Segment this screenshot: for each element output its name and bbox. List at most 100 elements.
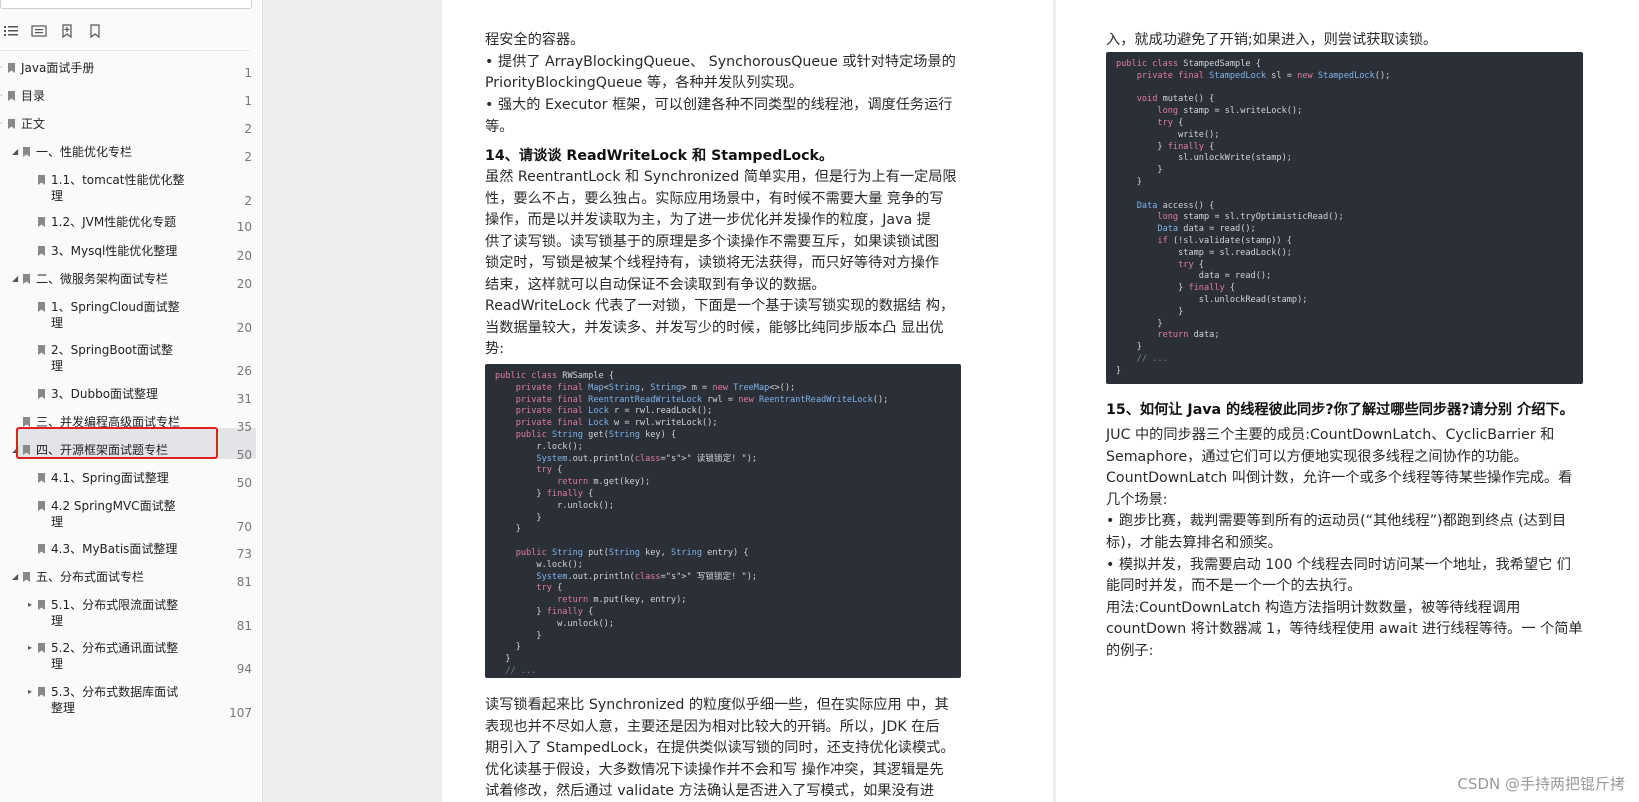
code-line: } finally { — [1116, 141, 1215, 152]
toc-item[interactable]: ◢ 二、微服务架构面试专栏 20 — [0, 271, 256, 291]
text-line: ReadWriteLock 代表了一对锁，下面是一个基于读写锁实现的数据结 构， — [485, 298, 955, 314]
rwsample-code-block: public class RWSample { private final Ma… — [485, 364, 961, 678]
code-line: data = read(); — [1116, 271, 1272, 282]
toc-item-label: 五、分布式面试专栏 — [36, 570, 145, 584]
code-line: } — [495, 512, 542, 523]
toc-item[interactable]: 1.2、JVM性能优化专题 10 — [0, 214, 256, 234]
bookmark-icon — [37, 543, 46, 555]
code-line: } — [495, 630, 542, 641]
toc-item-label: 正文 — [21, 117, 46, 131]
toc-item[interactable]: 4.3、MyBatis面试整理 73 — [0, 541, 256, 561]
code-line: return data; — [1157, 330, 1220, 341]
toc-item-label: 4.2 SpringMVC面试整 — [51, 499, 176, 513]
toc-item[interactable]: · 目录 1 — [0, 88, 256, 108]
code-line: return m.put(key, entry); — [557, 595, 687, 606]
code-line: } — [1116, 318, 1163, 329]
text-line: countDown 将计数器减 1，等待线程使用 await 进行线程等待。一 … — [1106, 621, 1583, 638]
toc-item[interactable]: 4.1、Spring面试整理 50 — [0, 470, 256, 490]
collapse-arrow-icon[interactable]: ◢ — [12, 572, 18, 581]
code-line: w.unlock(); — [495, 618, 614, 629]
expand-all-icon[interactable] — [0, 20, 22, 42]
text-line: 虽然 ReentrantLock 和 Synchronized 简单实用，但是行… — [485, 169, 957, 185]
bookmark-sidebar: · Java面试手册 1 · 目录 1 · 正文 2 ◢ 一、性能优化专栏 2 1.1、tomcat性能… — [0, 0, 263, 802]
toc-item-label: 4.1、Spring面试整理 — [51, 471, 169, 485]
toc-item-label-cont: 理 — [51, 515, 64, 529]
bookmark-icon — [37, 344, 46, 356]
text-line: CountDownLatch 叫倒计数，允许一个或多个线程等待某些操作完成。看 — [1106, 470, 1573, 487]
collapse-arrow-icon[interactable]: ◢ — [12, 274, 18, 283]
bookmark-icon — [37, 301, 46, 313]
toc-item-label: 5.3、分布式数据库面试 — [51, 685, 179, 699]
bookmark-icon — [22, 273, 31, 285]
text-line: 表现也并不尽如人意，主要还是因为相对比较大的开销。所以，JDK 在后 — [485, 718, 940, 735]
toc-item[interactable]: ▸ 5.3、分布式数据库面试 整理 107 — [0, 684, 256, 724]
toc-item[interactable]: ◢ 一、性能优化专栏 2 — [0, 144, 256, 164]
code-line: // ... — [495, 665, 537, 676]
toc-item[interactable]: ◢ 五、分布式面试专栏 81 — [0, 569, 256, 589]
code-line: stamp = sl.readLock(); — [1116, 247, 1292, 258]
code-line: sl.unlockWrite(stamp); — [1116, 153, 1292, 164]
toc-item-page: 73 — [236, 547, 252, 561]
toc-item[interactable]: · 正文 2 — [0, 116, 256, 136]
expand-arrow-icon[interactable]: ▸ — [28, 687, 32, 696]
toc-item-page: 20 — [236, 277, 252, 291]
toc-item[interactable]: 1.1、tomcat性能优化整理 2 — [0, 172, 256, 212]
tree-dot-icon: · — [0, 119, 3, 128]
add-bookmark-icon[interactable] — [56, 20, 78, 42]
toc-item-label-cont: 整理 — [51, 701, 76, 715]
toc-item-label: 目录 — [21, 89, 46, 103]
expand-arrow-icon[interactable]: ▸ — [28, 643, 32, 652]
toc-item-label-cont: 理 — [51, 316, 64, 330]
toc-item-label: 1.1、tomcat性能优化整 — [51, 173, 185, 187]
expand-arrow-icon[interactable]: ▸ — [28, 600, 32, 609]
toc-item[interactable]: ▸ 5.1、分布式限流面试整理 81 — [0, 597, 256, 637]
question-14-heading: 14、请谈谈 ReadWriteLock 和 StampedLock。 — [485, 148, 834, 164]
code-line: r.unlock(); — [495, 500, 614, 511]
toc-item[interactable]: 1、SpringCloud面试整理 20 — [0, 299, 256, 339]
code-line: private final StampedLock sl = new Stamp… — [1136, 70, 1391, 81]
code-line: return m.get(key); — [557, 477, 651, 488]
code-line: r.lock(); — [495, 441, 583, 452]
toc-item[interactable]: 3、Mysql性能优化整理 20 — [0, 243, 256, 263]
text-line: 试着修改，然后通过 validate 方法确认是否进入了写模式，如果没有进 — [485, 783, 935, 800]
text-line: 性，要么不占，要么独占。实际应用场景中，有时候不需要大量 竞争的写 — [485, 191, 944, 207]
toc-item[interactable]: 2、SpringBoot面试整理 26 — [0, 342, 256, 382]
question-15-heading: 15、如何让 Java 的线程彼此同步?你了解过哪些同步器?请分别 介绍下。 — [1106, 402, 1574, 418]
text-line: PriorityBlockingQueue 等，各种并发队列实现。 — [485, 75, 803, 91]
bookmark-icon[interactable] — [84, 20, 106, 42]
collapse-all-icon[interactable] — [28, 20, 50, 42]
text-line: • 模拟并发，我需要启动 100 个线程去同时访问某一个地址，我希望它 们 — [1106, 556, 1571, 573]
toc-item-page: 70 — [236, 520, 252, 534]
toc-item[interactable]: · Java面试手册 1 — [0, 60, 256, 80]
text-line: 结束，这样就可以自动保证不会读取到有争议的数据。 — [485, 277, 826, 293]
code-line: } — [1116, 342, 1142, 353]
text-line: 用法:CountDownLatch 构造方法指明计数数量，被等待线程调用 — [1106, 599, 1521, 616]
code-line: public class StampedSample { — [1116, 59, 1261, 69]
collapse-arrow-icon[interactable]: ◢ — [12, 147, 18, 156]
pdf-page-left: 程安全的容器。 • 提供了 ArrayBlockingQueue、 Synchor… — [442, 0, 1053, 802]
toc-item[interactable]: ▸ 5.2、分布式通讯面试整理 94 — [0, 640, 256, 680]
text-line: • 强大的 Executor 框架，可以创建各种不同类型的线程池，调度任务运行 — [485, 97, 953, 113]
toc-item-page: 31 — [236, 392, 252, 406]
toc-item-label-cont: 理 — [51, 189, 64, 203]
toc-item-page: 35 — [236, 420, 252, 434]
toc-item[interactable]: 4.2 SpringMVC面试整理 70 — [0, 498, 256, 538]
toc-item[interactable]: 3、Dubbo面试整理 31 — [0, 386, 256, 406]
code-line: // ... — [1116, 353, 1168, 364]
code-line: sl.unlockRead(stamp); — [1116, 294, 1308, 305]
toc-item-page: 2 — [244, 194, 252, 208]
text-line: 优化读基于假设，大多数情况下读操作并不会和写 操作冲突，其逻辑是先 — [485, 761, 944, 778]
toc-item-label: 3、Dubbo面试整理 — [51, 387, 159, 401]
stampedsample-code-block: public class StampedSample { private fin… — [1106, 52, 1583, 384]
toc-item-label: 一、性能优化专栏 — [36, 145, 133, 159]
bookmark-icon — [7, 62, 16, 74]
code-line: long stamp = sl.tryOptimisticRead(); — [1157, 212, 1344, 223]
right-page-top-line: 入，就成功避免了开销;如果进入，则尝试获取读锁。 — [1106, 32, 1438, 48]
code-line: } — [1116, 165, 1163, 176]
toolbar-divider — [0, 50, 250, 51]
selection-annotation-box — [16, 427, 218, 459]
sidebar-search-box[interactable] — [0, 0, 252, 9]
toc-item-label: 3、Mysql性能优化整理 — [51, 244, 178, 258]
text-line: 等。 — [485, 119, 514, 135]
toc-item-label: 1、SpringCloud面试整 — [51, 300, 180, 314]
